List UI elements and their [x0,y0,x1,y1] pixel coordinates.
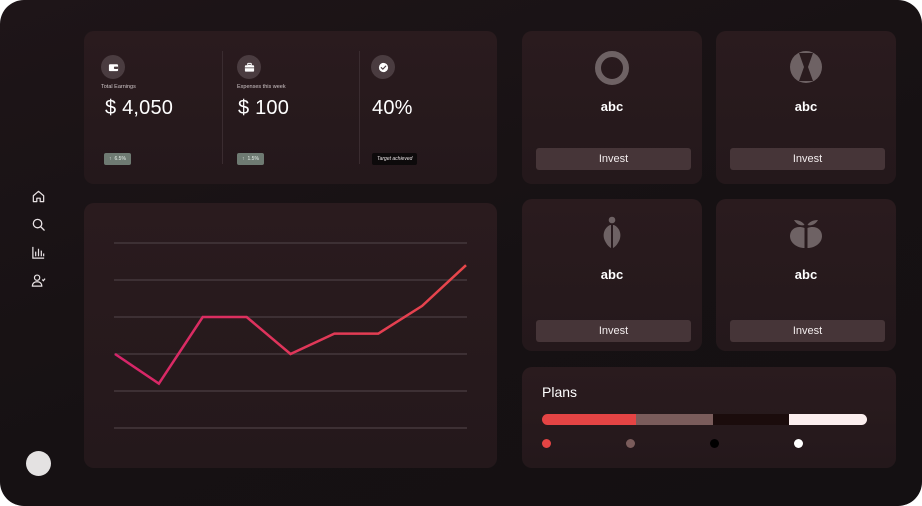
invest-card-1: abc Invest [522,31,702,184]
bar-chart-icon[interactable] [31,245,46,260]
users-icon[interactable] [31,273,46,288]
plan-segment [542,414,637,425]
stat-expenses: Expenses this week $ 100 ↑ 1.5% [222,31,359,184]
invest-button[interactable]: Invest [730,320,885,342]
plans-progress-bar [542,414,867,425]
asset-name: abc [794,267,818,282]
stat-total-earnings: Total Earnings $ 4,050 ↑ 6.5% [84,31,222,184]
line-chart [114,242,467,429]
plan-segment [636,414,713,425]
split-drop-icon [603,216,621,248]
wallet-icon [101,55,125,79]
invest-card-4: abc Invest [716,199,896,351]
asset-name: abc [600,267,624,282]
briefcase-icon [237,55,261,79]
legend-dot [542,439,551,448]
trend-badge: ↑ 6.5% [104,153,131,165]
stat-value: $ 4,050 [105,97,174,119]
arrow-up-icon: ↑ [109,156,112,162]
stat-target: 40% Target achieved [359,31,497,184]
legend-dot [794,439,803,448]
legend-dot [710,439,719,448]
arrow-up-icon: ↑ [242,156,245,162]
chart-card [84,203,497,468]
stats-card: Total Earnings $ 4,050 ↑ 6.5% Expenses th… [84,31,497,184]
trend-badge: ↑ 1.5% [237,153,264,165]
apple-icon [790,220,822,248]
avatar[interactable] [26,451,51,476]
stat-label: Total Earnings [101,84,136,90]
invest-button[interactable]: Invest [536,148,691,170]
hourglass-icon [790,51,822,83]
asset-name: abc [794,99,818,114]
stat-value: 40% [372,97,413,119]
plans-title: Plans [542,384,578,400]
plans-card: Plans [522,367,896,468]
plan-segment [789,414,867,425]
check-icon [371,55,395,79]
invest-button[interactable]: Invest [730,148,885,170]
target-badge: Target achieved [372,153,418,165]
stat-value: $ 100 [238,97,290,119]
invest-card-2: abc Invest [716,31,896,184]
home-icon[interactable] [31,189,46,204]
search-icon[interactable] [31,217,46,232]
stat-label: Expenses this week [237,84,286,90]
legend-dot [626,439,635,448]
plan-segment [712,414,789,425]
invest-card-3: abc Invest [522,199,702,351]
series-line [114,264,467,386]
app-window: Total Earnings $ 4,050 ↑ 6.5% Expenses th… [0,0,922,506]
invest-button[interactable]: Invest [536,320,691,342]
asset-name: abc [600,99,624,114]
ring-icon [595,51,629,85]
